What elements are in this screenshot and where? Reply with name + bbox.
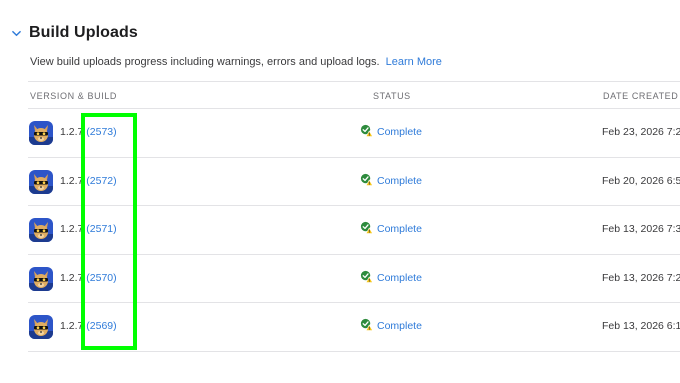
checkmark-warning-icon xyxy=(360,124,373,137)
date-created-cell: Feb 20, 2026 6:5 xyxy=(602,174,680,187)
date-created-cell: Feb 13, 2026 7:29 xyxy=(602,271,680,284)
learn-more-link[interactable]: Learn More xyxy=(386,56,442,68)
date-created-label: DATE CREATED xyxy=(603,91,679,101)
date-created-cell: Feb 13, 2026 7:34 xyxy=(602,223,680,235)
app-icon xyxy=(29,218,53,242)
date-created-cell: Feb 13, 2026 6:10 xyxy=(602,320,680,332)
row-divider xyxy=(28,351,680,352)
version-number: 1.2.7 xyxy=(60,126,84,138)
app-icon xyxy=(29,315,53,339)
section-title: Build Uploads xyxy=(29,24,138,41)
column-header-date-created[interactable]: DATE CREATED⌄ xyxy=(603,91,680,101)
checkmark-warning-icon xyxy=(360,270,373,283)
status-link[interactable]: Complete xyxy=(377,175,422,187)
date-created-cell: Feb 23, 2026 7:29 xyxy=(602,126,680,138)
version-number: 1.2.7 xyxy=(60,174,84,187)
app-icon xyxy=(29,266,53,291)
checkmark-warning-icon xyxy=(360,318,373,331)
version-number: 1.2.7 xyxy=(60,271,84,284)
status-link[interactable]: Complete xyxy=(377,320,422,332)
status-link[interactable]: Complete xyxy=(377,223,422,235)
column-header-status[interactable]: STATUS xyxy=(373,91,411,101)
status-link[interactable]: Complete xyxy=(377,272,422,284)
app-icon xyxy=(29,121,53,145)
checkmark-warning-icon xyxy=(360,173,373,186)
version-number: 1.2.7 xyxy=(60,223,84,235)
description-text: View build uploads progress including wa… xyxy=(30,56,380,68)
section-header[interactable]: Build Uploads xyxy=(12,24,138,42)
column-header-version-build[interactable]: VERSION & BUILD xyxy=(30,91,117,101)
status-link[interactable]: Complete xyxy=(377,126,422,138)
checkmark-warning-icon xyxy=(360,221,373,234)
chevron-down-icon[interactable] xyxy=(12,29,21,38)
version-number: 1.2.7 xyxy=(60,320,84,332)
section-description: View build uploads progress including wa… xyxy=(30,56,442,68)
divider xyxy=(28,81,680,82)
highlight-annotation-box xyxy=(81,113,137,350)
app-icon xyxy=(29,169,53,194)
build-uploads-page: Build Uploads View build uploads progres… xyxy=(0,0,680,383)
